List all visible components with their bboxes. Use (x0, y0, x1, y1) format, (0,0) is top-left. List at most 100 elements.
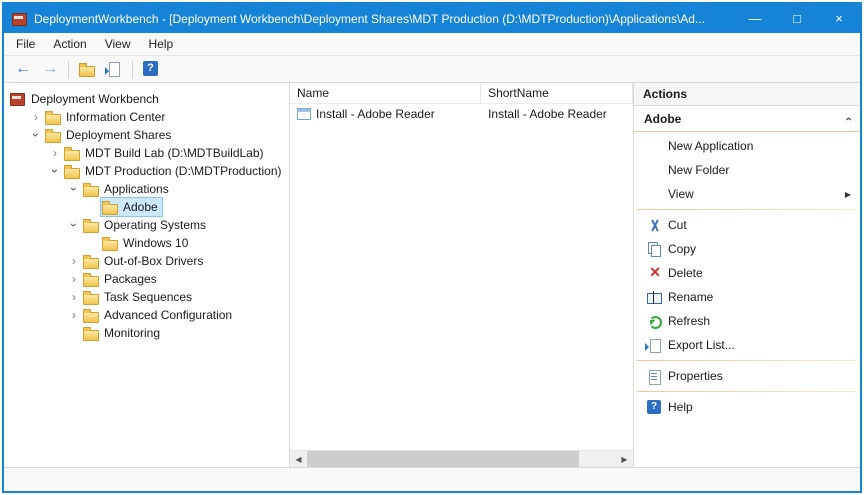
tree-item-packages[interactable]: ›Packages (4, 270, 289, 288)
tree-node: Out-of-Box Drivers (82, 252, 207, 270)
export-list-button[interactable] (101, 58, 127, 80)
tree: Deployment Workbench›Information Center›… (4, 90, 289, 342)
chevron-right-icon[interactable]: › (66, 289, 82, 305)
action-rename[interactable]: Rename (634, 285, 860, 309)
tree-item-label: Deployment Shares (66, 128, 171, 142)
actions-separator (637, 360, 857, 361)
chevron-down-icon[interactable]: › (28, 127, 44, 143)
menu-help[interactable]: Help (140, 33, 183, 55)
tree-node: Operating Systems (82, 216, 210, 234)
titlebar: DeploymentWorkbench - [Deployment Workbe… (4, 4, 860, 33)
menu-file[interactable]: File (7, 33, 44, 55)
action-new-folder[interactable]: New Folder (634, 158, 860, 182)
forward-button[interactable]: → (37, 58, 63, 80)
folder-icon (83, 290, 100, 304)
tree-item-task-sequences[interactable]: ›Task Sequences (4, 288, 289, 306)
tree-item-mdt-production-d-mdtproduction[interactable]: ›MDT Production (D:\MDTProduction) (4, 162, 289, 180)
tree-item-advanced-configuration[interactable]: › Advanced Configuration (4, 306, 289, 324)
actions-section-header[interactable]: Adobe (634, 106, 860, 132)
tree-item-mdt-build-lab-d-mdtbuildlab[interactable]: › MDT Build Lab (D:\MDTBuildLab) (4, 144, 289, 162)
folder-icon (45, 110, 62, 124)
cell-shortname: Install - Adobe Reader (481, 107, 633, 121)
list-body: Install - Adobe ReaderInstall - Adobe Re… (290, 104, 633, 450)
chevron-right-icon[interactable]: › (47, 145, 63, 161)
chevron-right-icon[interactable]: › (66, 253, 82, 269)
tree-item-label: Information Center (66, 110, 165, 124)
collapse-section-icon[interactable] (842, 117, 854, 121)
tree-item-out-of-box-drivers[interactable]: ›Out-of-Box Drivers (4, 252, 289, 270)
workbench-icon (10, 92, 27, 106)
tree-node: Applications (82, 180, 173, 198)
chevron-down-icon[interactable]: › (47, 163, 63, 179)
tree-node: Advanced Configuration (82, 306, 236, 324)
tree-item-label: MDT Build Lab (D:\MDTBuildLab) (85, 146, 264, 160)
tree-item-label: Operating Systems (104, 218, 206, 232)
back-button[interactable]: ← (10, 58, 36, 80)
folder-icon (102, 200, 119, 214)
action-delete[interactable]: Delete (634, 261, 860, 285)
icon-spacer (645, 138, 665, 154)
help-icon (142, 61, 160, 77)
app-icon (12, 12, 27, 25)
scroll-left-button[interactable]: ◀ (290, 451, 307, 467)
help-button[interactable] (138, 58, 164, 80)
action-label: New Folder (668, 163, 729, 177)
actions-list: New Application New Folder View▶ Cut Copy Del… (634, 132, 860, 467)
chevron-right-icon[interactable]: › (66, 271, 82, 287)
tree-node: Task Sequences (82, 288, 196, 306)
application-icon (297, 108, 311, 120)
action-label: Copy (668, 242, 696, 256)
tree-item-operating-systems[interactable]: › Operating Systems (4, 216, 289, 234)
action-new-application[interactable]: New Application (634, 134, 860, 158)
chevron-right-icon[interactable]: › (28, 109, 44, 125)
statusbar (4, 467, 860, 491)
folder-icon (83, 218, 100, 232)
folder-icon (64, 146, 81, 160)
window-controls: — □ × (734, 4, 860, 33)
tree-node: Deployment Workbench (9, 90, 163, 108)
action-label: Help (668, 400, 693, 414)
action-cut[interactable]: Cut (634, 213, 860, 237)
action-help[interactable]: Help (634, 395, 860, 419)
chevron-right-icon[interactable]: › (66, 307, 82, 323)
tree-item-deployment-shares[interactable]: › Deployment Shares (4, 126, 289, 144)
tree-item-windows-10[interactable]: Windows 10 (4, 234, 289, 252)
cell-name: Install - Adobe Reader (290, 107, 481, 121)
console-tree-button[interactable] (74, 58, 100, 80)
column-header-shortname[interactable]: ShortName (481, 83, 633, 103)
chevron-down-icon[interactable]: › (66, 217, 82, 233)
actions-separator (637, 209, 857, 210)
action-copy[interactable]: Copy (634, 237, 860, 261)
tree-item-applications[interactable]: › Applications (4, 180, 289, 198)
tree-item-adobe[interactable]: Adobe (4, 198, 289, 216)
action-export-list[interactable]: Export List... (634, 333, 860, 357)
tree-item-deployment-workbench[interactable]: Deployment Workbench (4, 90, 289, 108)
folder-icon (64, 164, 81, 178)
menu-action[interactable]: Action (44, 33, 95, 55)
tree-node: Deployment Shares (44, 126, 175, 144)
action-label: New Application (668, 139, 753, 153)
list-item-install-adobe-reader[interactable]: Install - Adobe ReaderInstall - Adobe Re… (290, 104, 633, 124)
tree-item-information-center[interactable]: › Information Center (4, 108, 289, 126)
tree-item-label: Monitoring (104, 326, 160, 340)
actions-section-label: Adobe (644, 112, 681, 126)
close-button[interactable]: × (818, 4, 860, 33)
minimize-button[interactable]: — (734, 4, 776, 33)
action-view[interactable]: View▶ (634, 182, 860, 206)
scroll-right-button[interactable]: ▶ (616, 451, 633, 467)
maximize-button[interactable]: □ (776, 4, 818, 33)
tree-item-label: Applications (104, 182, 169, 196)
console-tree-pane: Deployment Workbench›Information Center›… (4, 83, 290, 467)
tree-item-label: Advanced Configuration (104, 308, 232, 322)
tree-item-label: Adobe (123, 200, 158, 214)
action-refresh[interactable]: Refresh (634, 309, 860, 333)
tree-item-monitoring[interactable]: Monitoring (4, 324, 289, 342)
chevron-down-icon[interactable]: › (66, 181, 82, 197)
action-properties[interactable]: Properties (634, 364, 860, 388)
scrollbar-thumb[interactable] (307, 451, 579, 467)
horizontal-scrollbar[interactable]: ◀ ▶ (290, 450, 633, 467)
column-header-name[interactable]: Name (290, 83, 481, 103)
toolbar-separator (68, 61, 69, 78)
menu-view[interactable]: View (96, 33, 140, 55)
scrollbar-track[interactable] (307, 451, 616, 467)
